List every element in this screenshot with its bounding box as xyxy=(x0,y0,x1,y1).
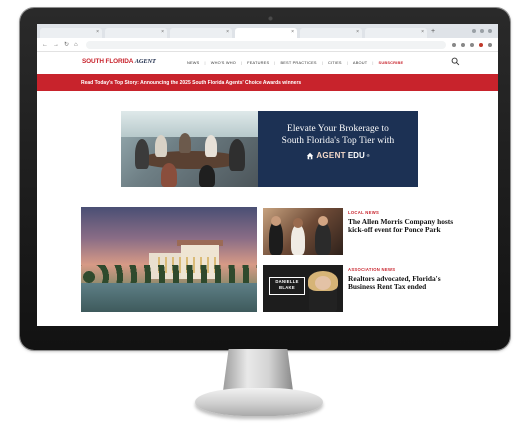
monitor-stand-base xyxy=(195,388,323,416)
nav-item-cities[interactable]: CITIES xyxy=(328,60,342,65)
article-category[interactable]: ASSOCIATION NEWS xyxy=(348,267,395,272)
nav-separator: | xyxy=(240,60,243,65)
nav-separator: | xyxy=(346,60,348,65)
featured-article-image[interactable] xyxy=(81,207,257,312)
nav-item-news[interactable]: NEWS xyxy=(187,60,199,65)
nav-item-features[interactable]: FEATURES xyxy=(247,60,269,65)
nav-item-whos-who[interactable]: WHO'S WHO xyxy=(211,60,236,65)
article-thumbnail[interactable] xyxy=(263,208,343,255)
article-category[interactable]: LOCAL NEWS xyxy=(348,210,379,215)
new-tab-icon[interactable]: + xyxy=(431,28,435,35)
nav-item-subscribe[interactable]: SUBSCRIBE xyxy=(379,60,404,65)
close-tab-icon[interactable]: × xyxy=(356,29,359,35)
close-window-icon[interactable] xyxy=(488,29,492,33)
house-icon xyxy=(307,152,314,159)
ad-headline-line1: Elevate Your Brokerage to xyxy=(287,124,389,134)
forward-icon[interactable]: → xyxy=(53,42,59,48)
extension-icons xyxy=(452,42,492,47)
browser-tab[interactable]: × xyxy=(40,28,102,38)
back-icon[interactable]: ← xyxy=(42,42,48,48)
close-tab-icon[interactable]: × xyxy=(96,29,99,35)
top-story-text[interactable]: Read Today's Top Story: Announcing the 2… xyxy=(81,80,301,86)
article-thumbnail[interactable]: DANIELLE BLAKE xyxy=(263,265,343,312)
site-header: SOUTH FLORIDA AGENT NEWS | WHO'S WHO | FEA… xyxy=(37,52,498,73)
extension-icon[interactable] xyxy=(479,42,483,47)
site-nav: NEWS | WHO'S WHO | FEATURES | BEST PRACTICE… xyxy=(187,60,403,65)
minimize-icon[interactable] xyxy=(472,29,476,33)
search-icon[interactable] xyxy=(451,57,460,66)
browser-tab-bar: × × × × × × + xyxy=(37,24,498,38)
nav-separator: | xyxy=(321,60,323,65)
registered-mark: ® xyxy=(366,153,370,158)
nav-item-best-practices[interactable]: BEST PRACTICES xyxy=(280,60,316,65)
window-controls xyxy=(472,29,492,33)
webcam xyxy=(268,16,273,21)
browser-tab[interactable]: × xyxy=(300,28,362,38)
address-bar[interactable] xyxy=(85,40,446,49)
thumbnail-caption-line1: DANIELLE xyxy=(275,279,299,284)
browser-tab[interactable]: × xyxy=(365,28,427,38)
close-tab-icon[interactable]: × xyxy=(421,29,424,35)
thumbnail-caption-line2: BLAKE xyxy=(279,284,295,290)
agentedu-logo: AGENT EDU ® xyxy=(258,151,418,160)
browser-toolbar: ← → ↻ ⌂ xyxy=(37,38,498,52)
thumbnail-name-card: DANIELLE BLAKE xyxy=(269,277,305,295)
extension-icon[interactable] xyxy=(461,42,465,47)
browser-tab-active[interactable]: × xyxy=(235,28,297,38)
extension-icon[interactable] xyxy=(470,42,474,47)
nav-separator: | xyxy=(274,60,276,65)
close-tab-icon[interactable]: × xyxy=(291,29,294,35)
reload-icon[interactable]: ↻ xyxy=(64,42,69,48)
article-headline[interactable]: The Allen Morris Company hosts kick-off … xyxy=(348,217,458,235)
monitor-screen: × × × × × × + ← → ↻ ⌂ SOUTH FLORIDA AGEN… xyxy=(37,24,498,326)
ad-brand-agent: AGENT xyxy=(316,151,346,160)
ad-brand-edu: EDU xyxy=(347,151,365,160)
logo-text-agent: AGENT xyxy=(134,58,156,65)
nav-separator: | xyxy=(204,60,206,65)
menu-icon[interactable] xyxy=(488,42,492,47)
browser-tab[interactable]: × xyxy=(170,28,232,38)
ad-headline-line2: South Florida's Top Tier with xyxy=(281,136,395,146)
nav-item-about[interactable]: ABOUT xyxy=(353,60,367,65)
home-icon[interactable]: ⌂ xyxy=(74,42,78,48)
ad-banner[interactable]: Elevate Your Brokerage to South Florida'… xyxy=(121,111,418,187)
browser-tab[interactable]: × xyxy=(105,28,167,38)
close-tab-icon[interactable]: × xyxy=(161,29,164,35)
close-tab-icon[interactable]: × xyxy=(226,29,229,35)
nav-separator: | xyxy=(372,60,374,65)
logo-text-region: SOUTH FLORIDA xyxy=(82,58,134,65)
monitor-stand-neck xyxy=(223,349,293,391)
article-card[interactable]: LOCAL NEWS The Allen Morris Company host… xyxy=(263,208,453,256)
ad-text-panel: Elevate Your Brokerage to South Florida'… xyxy=(258,111,418,187)
extension-icon[interactable] xyxy=(452,42,456,47)
ad-photo xyxy=(121,111,258,187)
top-story-banner[interactable]: Read Today's Top Story: Announcing the 2… xyxy=(37,74,498,91)
site-logo[interactable]: SOUTH FLORIDA AGENT xyxy=(82,58,156,65)
maximize-icon[interactable] xyxy=(480,29,484,33)
article-card[interactable]: DANIELLE BLAKE ASSOCIATION NEWS Realtors… xyxy=(263,265,453,315)
article-headline[interactable]: Realtors advocated, Florida's Business R… xyxy=(348,274,458,292)
